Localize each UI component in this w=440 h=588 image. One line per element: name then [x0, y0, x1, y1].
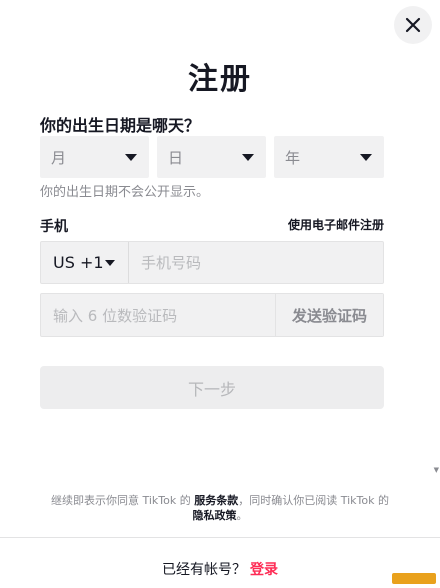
code-field-group: 发送验证码	[40, 293, 384, 338]
scroll-down-arrow-icon[interactable]: ▼	[434, 466, 439, 474]
month-placeholder: 月	[51, 148, 67, 167]
page-title: 注册	[188, 62, 252, 97]
privacy-policy-link[interactable]: 隐私政策	[193, 509, 237, 522]
dob-label: 你的出生日期是哪天？	[40, 116, 201, 135]
login-link[interactable]: 登录	[250, 562, 278, 578]
send-code-button[interactable]: 发送验证码	[275, 294, 383, 336]
phone-label: 手机	[40, 219, 68, 235]
terms-middle: ，同时确认你已阅读 TikTok 的	[238, 494, 389, 507]
watermark-logo	[392, 573, 436, 584]
chevron-down-icon	[105, 259, 115, 266]
verification-code-input[interactable]	[41, 294, 275, 338]
phone-field-group: US +1	[40, 241, 384, 284]
terms-text: 继续即表示你同意 TikTok 的 服务条款，同时确认你已阅读 TikTok 的…	[50, 493, 390, 523]
day-select[interactable]: 日	[157, 136, 266, 178]
close-button[interactable]	[394, 6, 432, 44]
close-icon	[405, 17, 421, 33]
month-select[interactable]: 月	[40, 136, 149, 178]
country-code-select[interactable]: US +1	[41, 242, 129, 283]
chevron-down-icon	[360, 153, 372, 161]
next-button[interactable]: 下一步	[40, 366, 384, 409]
phone-input[interactable]	[129, 241, 383, 284]
country-code-value: US +1	[53, 253, 104, 272]
day-placeholder: 日	[168, 148, 184, 167]
terms-of-service-link[interactable]: 服务条款	[194, 494, 238, 507]
chevron-down-icon	[125, 153, 137, 161]
login-prompt: 已经有帐号？	[162, 562, 246, 578]
dob-hint: 你的出生日期不会公开显示。	[40, 185, 210, 200]
terms-suffix: 。	[236, 509, 248, 522]
chevron-down-icon	[242, 153, 254, 161]
email-signup-link[interactable]: 使用电子邮件注册	[288, 216, 384, 233]
terms-prefix: 继续即表示你同意 TikTok 的	[51, 494, 195, 507]
footer-divider	[0, 537, 440, 538]
footer: 已经有帐号？ 登录	[0, 559, 440, 579]
year-select[interactable]: 年	[274, 136, 384, 178]
year-placeholder: 年	[285, 148, 301, 167]
